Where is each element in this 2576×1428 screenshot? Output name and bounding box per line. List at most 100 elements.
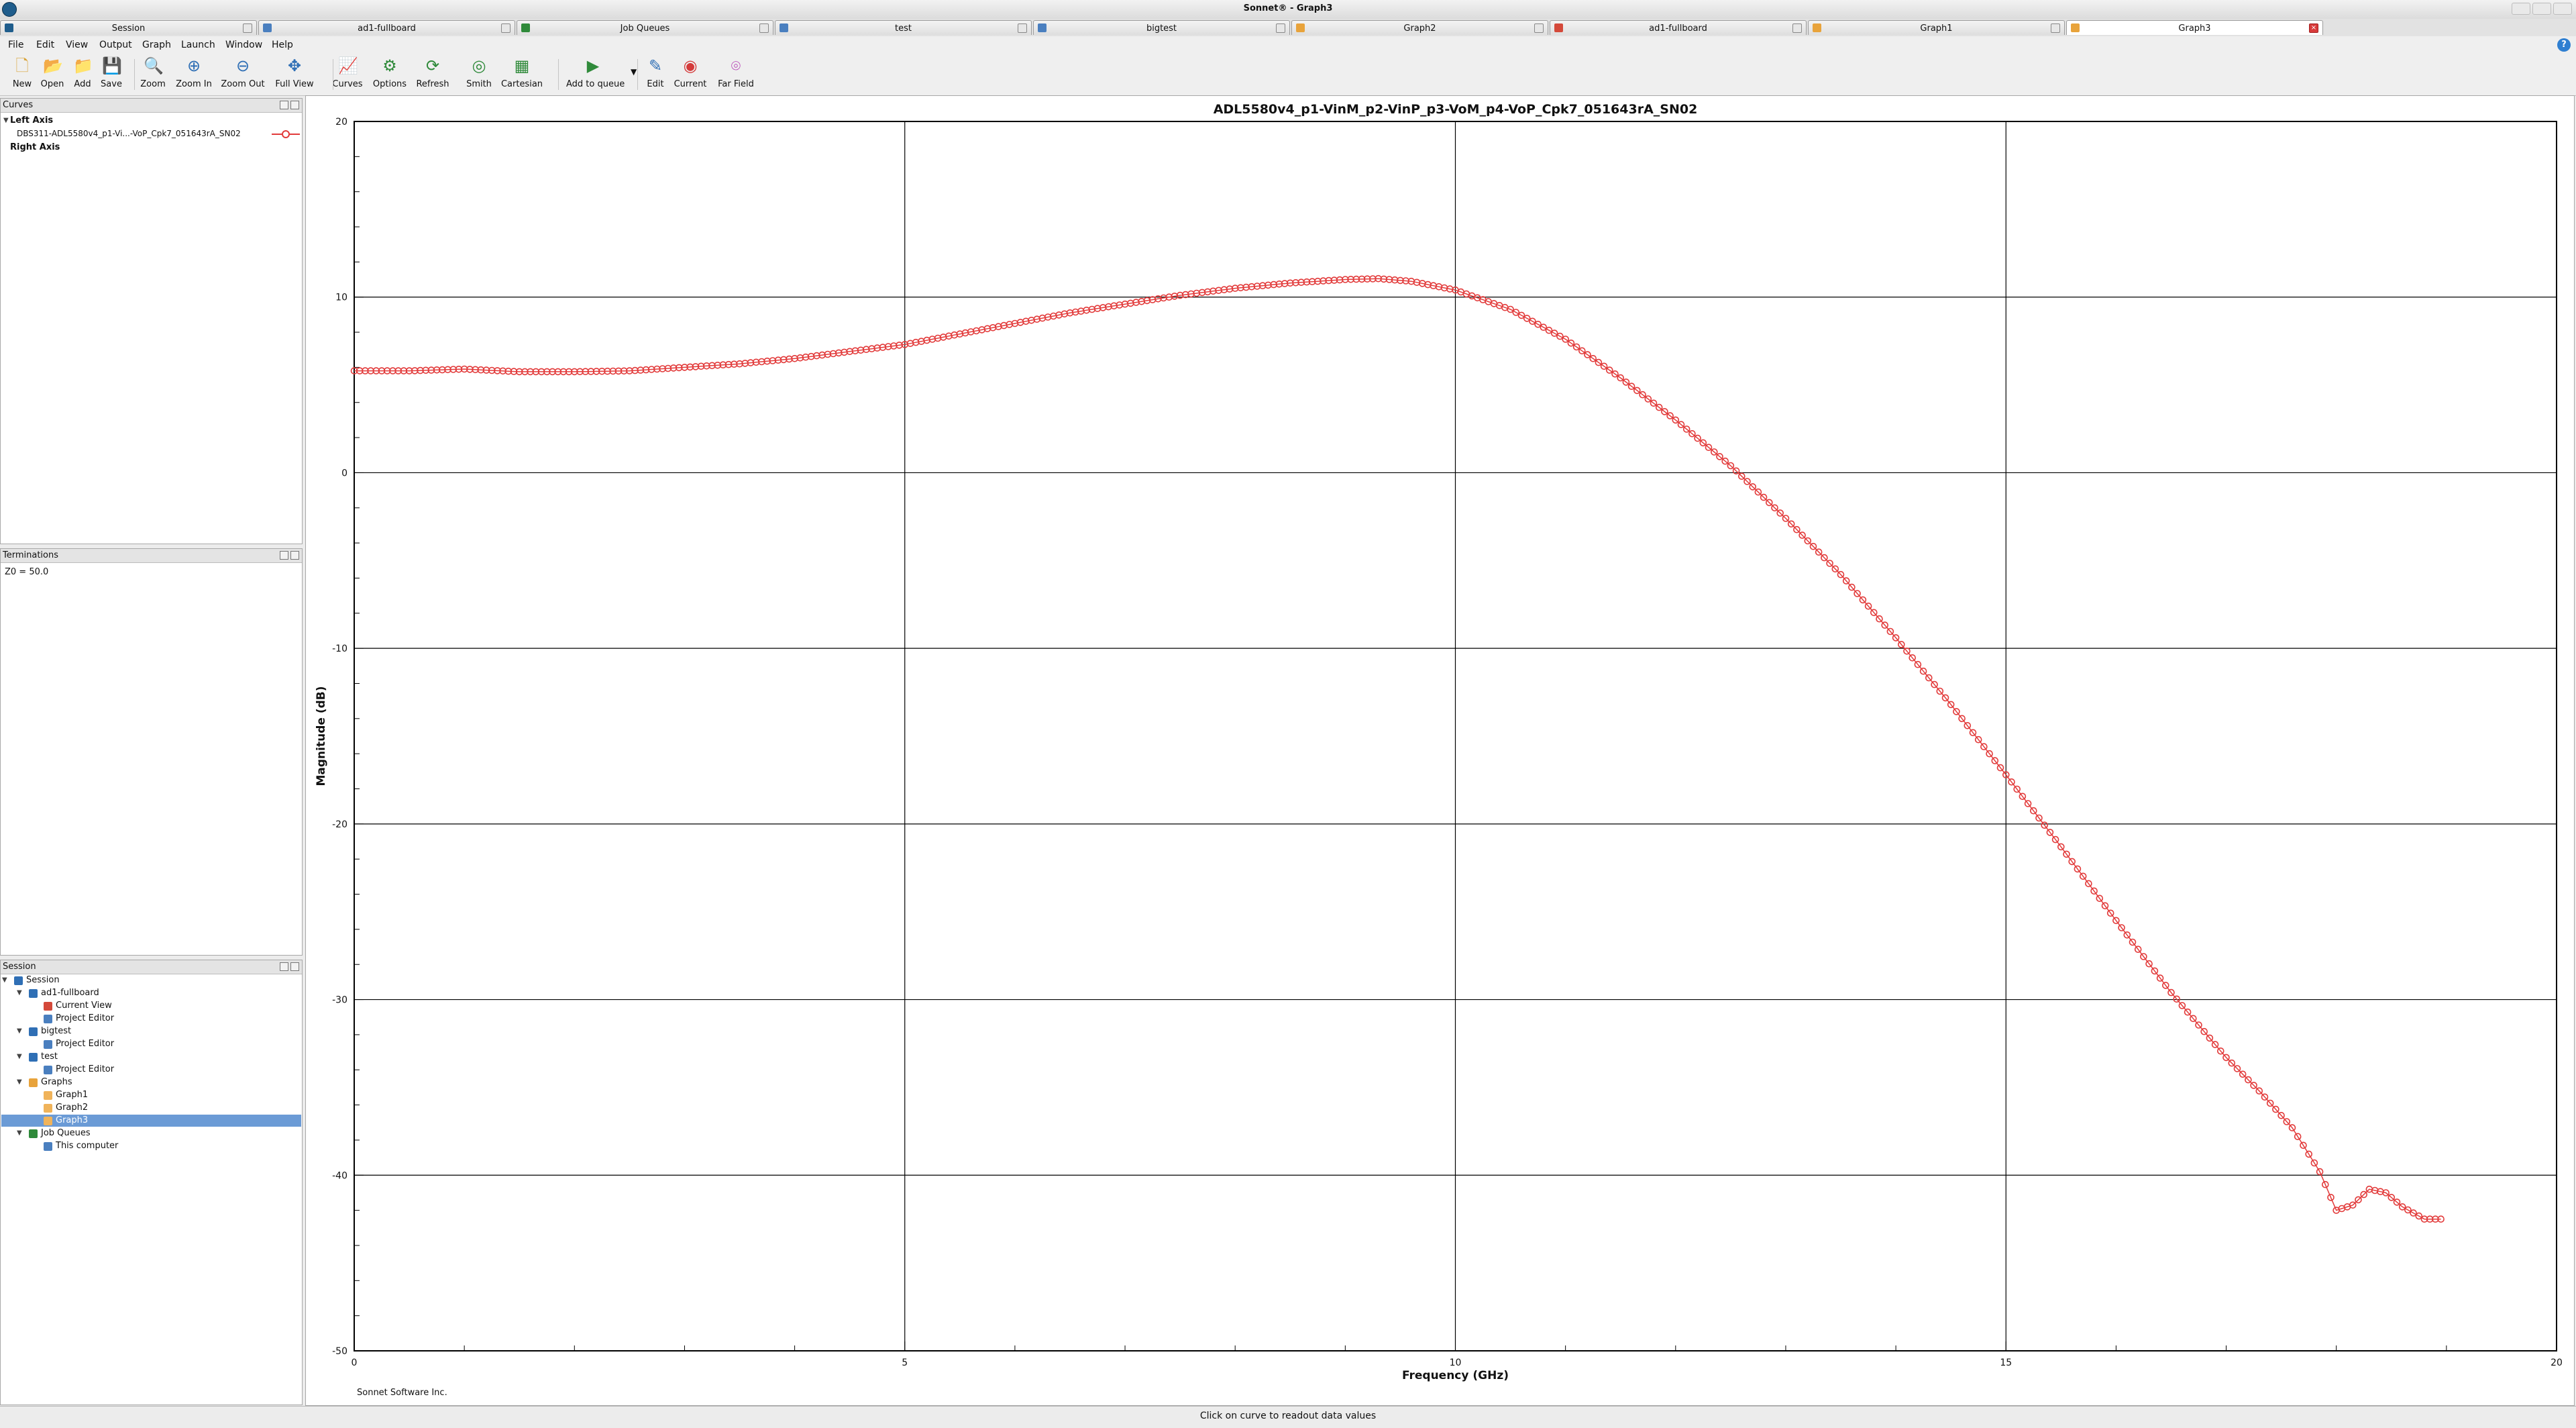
tab-close-icon[interactable] — [1792, 23, 1802, 33]
cartesian-button[interactable]: ▦ Cartesian — [495, 56, 549, 89]
session-tree-item[interactable]: Project Editor — [56, 1039, 114, 1049]
zoom-in-button[interactable]: ⊕ Zoom In — [167, 56, 221, 89]
panel-close-icon[interactable] — [290, 551, 299, 560]
menu-graph[interactable]: Graph — [142, 40, 171, 50]
tab-close-icon[interactable]: × — [2309, 23, 2318, 33]
tab-bigtest[interactable]: bigtest — [1033, 20, 1290, 35]
tab-close-icon[interactable] — [2051, 23, 2060, 33]
close-window-icon[interactable] — [2553, 3, 2572, 15]
menu-launch[interactable]: Launch — [181, 40, 215, 50]
tab-close-icon[interactable] — [501, 23, 511, 33]
session-tree-item[interactable]: This computer — [56, 1141, 118, 1151]
session-tree-item[interactable]: Current View — [56, 1001, 112, 1011]
tab-graph3-icon — [2071, 23, 2080, 32]
tab-close-icon[interactable] — [1276, 23, 1285, 33]
options-icon: ⚙ — [382, 56, 397, 75]
add-to-queue-button[interactable]: ▶ Add to queue — [566, 56, 625, 89]
add-to-queue-dropdown-icon[interactable]: ▼ — [631, 67, 637, 76]
graph-area: 0 5 10 15 20 20 10 0 -10 -20 -30 -40 -50 ADL5580v4_p1… — [305, 95, 2575, 1406]
menu-file[interactable]: File — [8, 40, 23, 50]
chevron-down-icon[interactable]: ▼ — [17, 1078, 22, 1086]
curves-panel-title: Curves — [3, 100, 34, 110]
panel-close-icon[interactable] — [290, 101, 299, 109]
far-field-icon: ⌾ — [731, 56, 741, 75]
window-title: Sonnet® - Graph3 — [1243, 3, 1333, 13]
left-axis-node[interactable]: Left Axis — [10, 115, 53, 125]
toolbar-label: Add to queue — [566, 79, 625, 89]
session-tree-item[interactable]: Graph3 — [56, 1115, 88, 1125]
menu-output[interactable]: Output — [99, 40, 132, 50]
tab-session[interactable]: Session — [0, 20, 257, 35]
session-tree-item[interactable]: Session — [26, 975, 60, 985]
panel-close-icon[interactable] — [290, 962, 299, 971]
zoom-out-button[interactable]: ⊖ Zoom Out — [216, 56, 270, 89]
graph-icon — [44, 1104, 52, 1113]
tab-graph1[interactable]: Graph1 — [1808, 20, 2065, 35]
tab-graph2[interactable]: Graph2 — [1291, 20, 1548, 35]
toolbar: 🗋 New 📂 Open 📁 Add 💾 Save 🔍 Zoom ⊕ Zoom In ⊖ Zoom Out… — [0, 54, 2576, 96]
menu-window[interactable]: Window — [225, 40, 262, 50]
session-tree-item[interactable]: Graphs — [41, 1077, 72, 1087]
menu-view[interactable]: View — [66, 40, 88, 50]
session-tree-item[interactable]: bigtest — [41, 1026, 71, 1036]
y-tick-label: -20 — [332, 819, 347, 830]
panel-float-icon[interactable] — [280, 962, 288, 971]
tab-close-icon[interactable] — [759, 23, 769, 33]
tab-graph3[interactable]: Graph3 × — [2066, 20, 2323, 35]
panel-float-icon[interactable] — [280, 551, 288, 560]
minimize-icon[interactable] — [2512, 3, 2530, 15]
menu-bar: ? File Edit View Output Graph Launch Window Hel… — [0, 36, 2576, 54]
session-tree-item[interactable]: Project Editor — [56, 1013, 114, 1023]
session-tree-item[interactable]: Graph1 — [56, 1090, 88, 1100]
curves-panel: Curves ▼ Left Axis DBS311-ADL5580v4_p1-V… — [0, 98, 303, 544]
tab-close-icon[interactable] — [243, 23, 252, 33]
graph-icon — [44, 1091, 52, 1100]
menu-edit[interactable]: Edit — [36, 40, 54, 50]
panel-float-icon[interactable] — [280, 101, 288, 109]
tab-close-icon[interactable] — [1018, 23, 1027, 33]
tab-test[interactable]: test — [775, 20, 1032, 35]
chevron-down-icon[interactable]: ▼ — [17, 1053, 22, 1060]
toolbar-label: Zoom In — [176, 79, 212, 89]
curve-legend-marker-icon — [272, 130, 300, 138]
refresh-button[interactable]: ⟳ Refresh — [406, 56, 460, 89]
tab-ad1-fullboard[interactable]: ad1-fullboard — [258, 20, 515, 35]
session-panel: Session ▼ Session ▼ ad1-fullboard Current Vi… — [0, 960, 303, 1405]
chevron-down-icon[interactable]: ▼ — [17, 989, 22, 997]
session-tree-item[interactable]: ad1-fullboard — [41, 988, 99, 998]
tab-label: Graph1 — [1920, 23, 1953, 34]
help-icon[interactable]: ? — [2557, 38, 2571, 52]
y-tick-label: -40 — [332, 1170, 347, 1181]
session-tree-item[interactable]: Graph2 — [56, 1103, 88, 1113]
magnitude-chart[interactable]: 0 5 10 15 20 20 10 0 -10 -20 -30 -40 -50 ADL5580v4_p1… — [306, 96, 2574, 1405]
tab-job-queues[interactable]: Job Queues — [517, 20, 773, 35]
zoom-out-icon: ⊖ — [235, 56, 250, 75]
y-tick-label: 20 — [335, 117, 347, 128]
session-panel-title: Session — [3, 962, 36, 972]
curves-panel-header: Curves — [1, 99, 302, 113]
chevron-down-icon[interactable]: ▼ — [3, 117, 9, 124]
y-tick-label: -50 — [332, 1346, 347, 1357]
tab-label: Graph2 — [1403, 23, 1436, 34]
session-tree-item[interactable]: Job Queues — [41, 1128, 91, 1138]
chevron-down-icon[interactable]: ▼ — [17, 1027, 22, 1035]
tab-close-icon[interactable] — [1534, 23, 1544, 33]
zoom-icon: 🔍 — [144, 56, 164, 75]
far-field-button[interactable]: ⌾ Far Field — [709, 56, 763, 89]
tab-label: bigtest — [1146, 23, 1177, 34]
session-tree-item[interactable]: Project Editor — [56, 1064, 114, 1074]
toolbar-label: Far Field — [718, 79, 754, 89]
session-tree-item[interactable]: test — [41, 1052, 58, 1062]
chevron-down-icon[interactable]: ▼ — [2, 976, 7, 984]
tab-job-queues-icon — [521, 23, 530, 32]
menu-help[interactable]: Help — [272, 40, 293, 50]
right-axis-node[interactable]: Right Axis — [10, 142, 60, 152]
maximize-icon[interactable] — [2532, 3, 2551, 15]
chevron-down-icon[interactable]: ▼ — [17, 1129, 22, 1137]
curves-icon: 📈 — [338, 56, 358, 75]
project-editor-icon — [44, 1040, 52, 1049]
full-view-button[interactable]: ✥ Full View — [268, 56, 321, 89]
tab-ad1-fullboard[interactable]: ad1-fullboard — [1550, 20, 1807, 35]
save-icon: 💾 — [102, 56, 122, 75]
curve-item[interactable]: DBS311-ADL5580v4_p1-Vi...-VoP_Cpk7_05164… — [17, 129, 241, 138]
